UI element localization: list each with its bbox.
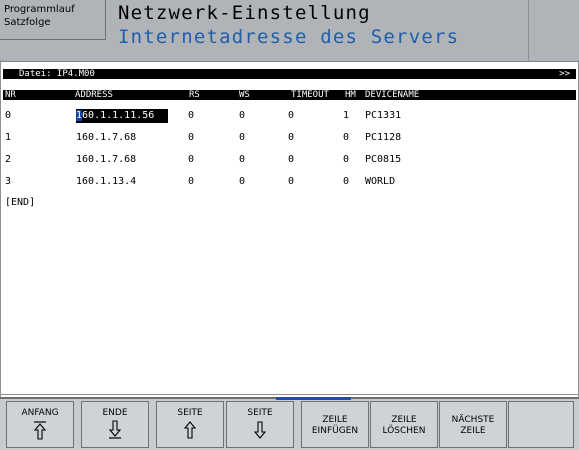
softkey-label-line1: ZEILE xyxy=(391,415,417,425)
table-row[interactable]: 0 160.1.1.11.56 0 0 0 1 PC1331 xyxy=(3,109,576,123)
softkey-zeile-loeschen[interactable]: ZEILE LÖSCHEN xyxy=(370,401,438,448)
cell-timeout[interactable]: 0 xyxy=(288,131,294,145)
end-marker-row: [END] xyxy=(3,196,576,210)
softkey-label: SEITE xyxy=(247,408,273,418)
cell-devicename[interactable]: WORLD xyxy=(365,175,395,189)
cell-nr: 1 xyxy=(5,132,12,143)
cell-rs[interactable]: 0 xyxy=(188,153,194,167)
cell-timeout[interactable]: 0 xyxy=(288,109,294,123)
softkey-naechste-zeile[interactable]: NÄCHSTE ZEILE xyxy=(439,401,507,448)
cell-rs[interactable]: 0 xyxy=(188,131,194,145)
cell-rs[interactable]: 0 xyxy=(188,109,194,123)
softkey-seite-down[interactable]: SEITE xyxy=(226,401,294,448)
cell-nr: 0 xyxy=(5,110,12,121)
softkey-label-line1: ZEILE xyxy=(322,415,348,425)
cell-ws[interactable]: 0 xyxy=(239,153,245,167)
col-header-address: ADDRESS xyxy=(75,90,113,100)
cell-address[interactable]: 160.1.13.4 xyxy=(76,175,136,189)
table-row[interactable]: 1 160.1.7.68 0 0 0 0 PC1128 xyxy=(3,131,576,145)
cell-nr: 2 xyxy=(5,154,12,165)
softkey-row-indicator xyxy=(276,397,351,400)
cell-address-selected[interactable]: 160.1.1.11.56 xyxy=(76,109,169,123)
col-header-timeout: TIMEOUT xyxy=(291,90,329,100)
softkey-label-line2: LÖSCHEN xyxy=(382,426,426,436)
col-header-devicename: DEVICENAME xyxy=(365,90,420,100)
cell-rs[interactable]: 0 xyxy=(188,175,194,189)
softkey-label-line2: ZEILE xyxy=(460,426,486,436)
page-title: Netzwerk-Einstellung xyxy=(118,2,371,24)
softkey-seite-up[interactable]: SEITE xyxy=(156,401,224,448)
cell-address[interactable]: 160.1.7.68 xyxy=(76,131,136,145)
end-marker: [END] xyxy=(5,197,36,208)
softkey-ende[interactable]: ENDE xyxy=(81,401,149,448)
softkey-label: ENDE xyxy=(102,408,128,418)
operating-mode-box: Programmlauf Satzfolge xyxy=(0,0,106,40)
cell-devicename[interactable]: PC0815 xyxy=(365,153,401,167)
cell-devicename[interactable]: PC1128 xyxy=(365,131,401,145)
col-header-rs: RS xyxy=(189,90,200,100)
softkey-zeile-einfuegen[interactable]: ZEILE EINFÜGEN xyxy=(301,401,369,448)
page-subtitle: Internetadresse des Servers xyxy=(118,26,460,48)
softkey-label: ANFANG xyxy=(21,408,59,418)
softkey-label-line2: EINFÜGEN xyxy=(311,426,359,436)
page-up-icon xyxy=(157,420,223,445)
cell-nr: 3 xyxy=(5,176,12,187)
cell-hm[interactable]: 0 xyxy=(343,153,349,167)
cell-ws[interactable]: 0 xyxy=(239,175,245,189)
cell-hm[interactable]: 0 xyxy=(343,131,349,145)
softkey-label-line1: NÄCHSTE xyxy=(451,415,495,425)
header-bar: Programmlauf Satzfolge Netzwerk-Einstell… xyxy=(0,0,579,62)
table-header: NR ADDRESS RS WS TIMEOUT HM DEVICENAME xyxy=(3,90,576,100)
cell-address-text: 60.1.1.11.56 xyxy=(82,110,155,121)
col-header-ws: WS xyxy=(239,90,250,100)
arrow-up-to-top-icon xyxy=(7,420,73,445)
file-name-bar: Datei: IP4.M00 >> xyxy=(3,69,576,79)
arrow-down-to-bottom-icon xyxy=(82,420,148,445)
cell-address[interactable]: 160.1.7.68 xyxy=(76,153,136,167)
col-header-hm: HM xyxy=(345,90,356,100)
page-down-icon xyxy=(227,420,293,445)
table-row[interactable]: 3 160.1.13.4 0 0 0 0 WORLD xyxy=(3,175,576,189)
softkey-bar: ANFANG ENDE SEITE SEITE ZEILE EINFÜGEN Z… xyxy=(0,397,579,450)
cell-ws[interactable]: 0 xyxy=(239,109,245,123)
header-right-panel xyxy=(528,0,579,62)
cell-timeout[interactable]: 0 xyxy=(288,175,294,189)
cell-timeout[interactable]: 0 xyxy=(288,153,294,167)
cell-hm[interactable]: 1 xyxy=(343,109,349,123)
file-label: Datei: IP4.M00 xyxy=(19,69,95,79)
cell-devicename[interactable]: PC1331 xyxy=(365,109,401,123)
col-header-nr: NR xyxy=(5,90,16,100)
cell-ws[interactable]: 0 xyxy=(239,131,245,145)
softkey-anfang[interactable]: ANFANG xyxy=(6,401,74,448)
more-indicator: >> xyxy=(559,69,570,79)
cell-hm[interactable]: 0 xyxy=(343,175,349,189)
mode-label-primary: Programmlauf xyxy=(4,4,75,15)
softkey-label: SEITE xyxy=(177,408,203,418)
softkey-empty[interactable] xyxy=(508,401,574,448)
mode-label-secondary: Satzfolge xyxy=(4,17,51,28)
content-bottom-border xyxy=(0,394,579,395)
table-row[interactable]: 2 160.1.7.68 0 0 0 0 PC0815 xyxy=(3,153,576,167)
